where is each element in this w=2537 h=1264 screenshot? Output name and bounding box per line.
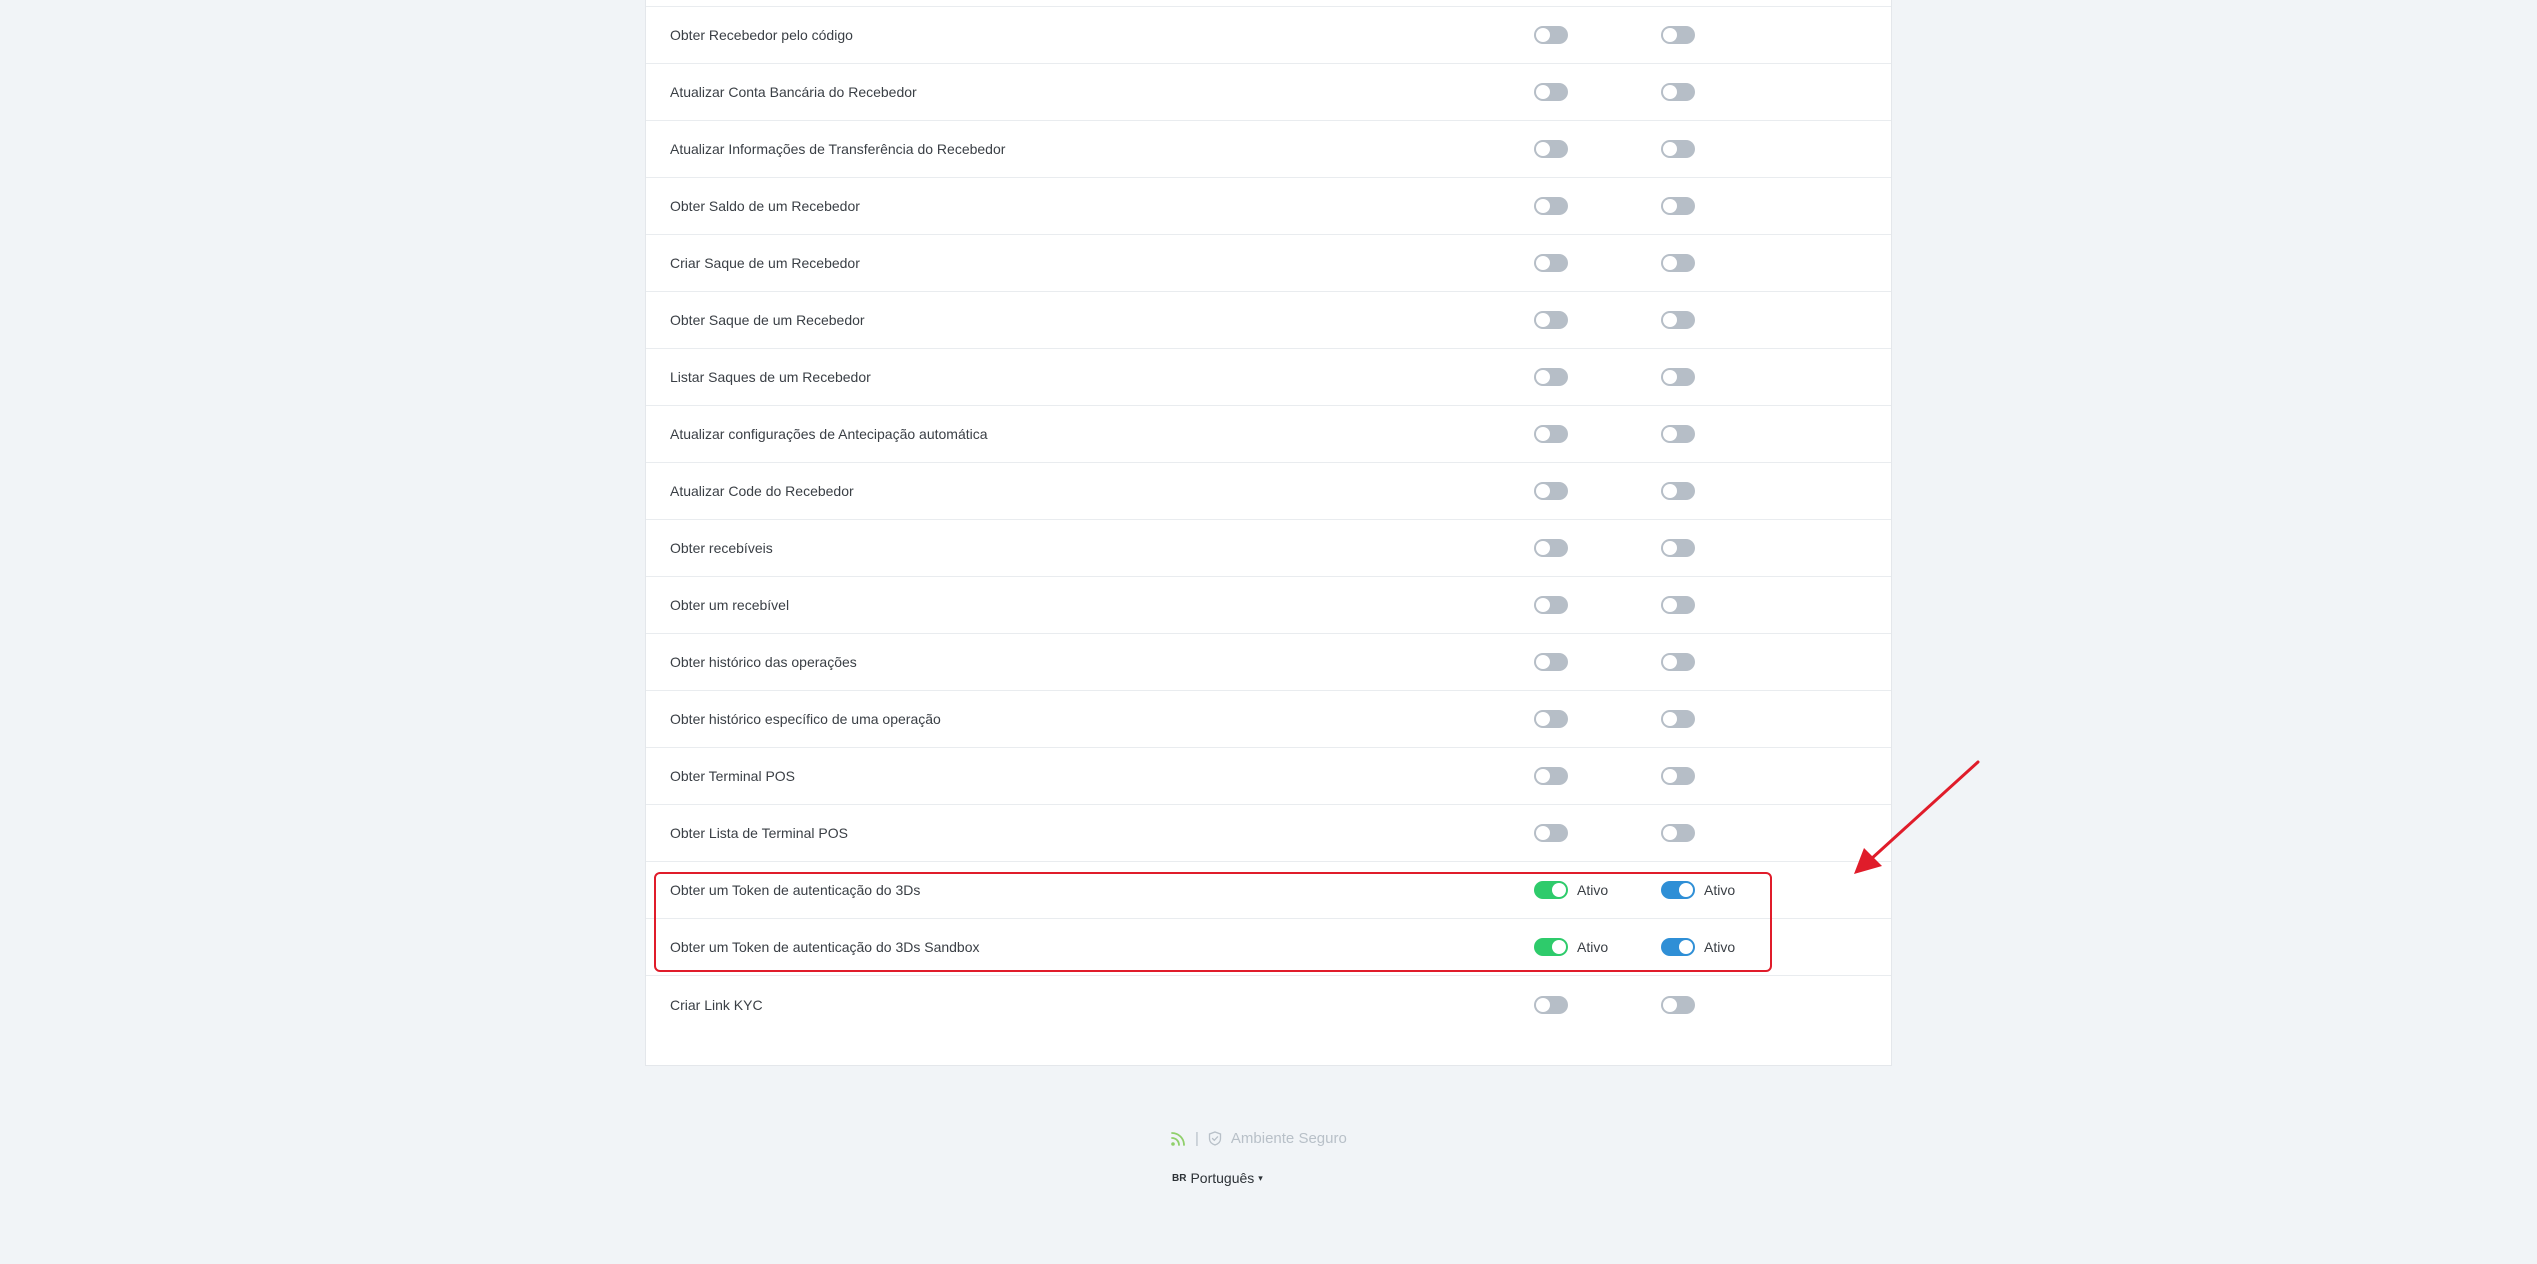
permission-label: Obter Terminal POS xyxy=(670,768,796,784)
permission-label: Obter um Token de autenticação do 3Ds xyxy=(670,882,921,898)
production-toggle[interactable] xyxy=(1534,482,1568,500)
brazil-flag-icon: BR xyxy=(1172,1172,1187,1184)
production-toggle[interactable] xyxy=(1534,254,1568,272)
production-toggle[interactable] xyxy=(1534,425,1568,443)
permission-label: Obter histórico específico de uma operaç… xyxy=(670,711,941,727)
production-toggle[interactable] xyxy=(1534,140,1568,158)
permission-row: Atualizar Code do Recebedor xyxy=(646,463,1891,520)
permission-row: Obter histórico específico de uma operaç… xyxy=(646,691,1891,748)
sandbox-toggle[interactable] xyxy=(1661,767,1695,785)
sandbox-toggle[interactable] xyxy=(1661,710,1695,728)
secure-environment-label: Ambiente Seguro xyxy=(1230,1130,1347,1147)
sandbox-toggle[interactable] xyxy=(1661,995,1695,1014)
permission-row: Criar Saque de um Recebedor xyxy=(646,235,1891,292)
permission-label: Obter recebíveis xyxy=(670,540,773,556)
footer-security-line: | Ambiente Seguro xyxy=(1170,1130,1347,1147)
permission-label: Atualizar Informações de Transferência d… xyxy=(670,141,1006,157)
permissions-card: Obter Recebedor pelo código Atualizar Con… xyxy=(645,0,1892,1066)
production-toggle[interactable] xyxy=(1534,995,1568,1014)
caret-down-icon: ▾ xyxy=(1258,1172,1263,1183)
sandbox-status-label: Ativo xyxy=(1704,882,1736,898)
shield-check-icon xyxy=(1208,1131,1222,1146)
production-toggle[interactable] xyxy=(1534,653,1568,671)
permission-label: Obter um recebível xyxy=(670,597,790,613)
production-toggle[interactable] xyxy=(1534,197,1568,215)
permission-row: Atualizar Conta Bancária do Recebedor xyxy=(646,64,1891,121)
production-toggle[interactable] xyxy=(1534,26,1568,44)
permission-row: Obter Recebedor pelo código xyxy=(646,7,1891,64)
permission-row: Obter um Token de autenticação do 3Ds Sa… xyxy=(646,919,1891,976)
sandbox-status-label: Ativo xyxy=(1704,939,1736,955)
permission-row: Obter Terminal POS xyxy=(646,748,1891,805)
permission-label: Obter histórico das operações xyxy=(670,654,857,670)
sandbox-toggle[interactable] xyxy=(1661,368,1695,386)
permission-label: Atualizar Conta Bancária do Recebedor xyxy=(670,84,917,100)
production-toggle[interactable] xyxy=(1534,824,1568,842)
sandbox-toggle[interactable] xyxy=(1661,539,1695,557)
sandbox-toggle[interactable] xyxy=(1661,425,1695,443)
permission-row: Atualizar configurações de Antecipação a… xyxy=(646,406,1891,463)
production-toggle[interactable] xyxy=(1534,368,1568,386)
production-toggle[interactable] xyxy=(1534,596,1568,614)
production-toggle[interactable] xyxy=(1534,311,1568,329)
permission-row: Obter Lista de Terminal POS xyxy=(646,805,1891,862)
permission-label: Obter Lista de Terminal POS xyxy=(670,825,848,841)
permission-row: Criar Link KYC xyxy=(646,976,1891,1033)
production-toggle[interactable] xyxy=(1534,710,1568,728)
sandbox-toggle[interactable] xyxy=(1661,26,1695,44)
permission-row: Obter um Token de autenticação do 3Ds Ati… xyxy=(646,862,1891,919)
permission-row: Obter um recebível xyxy=(646,577,1891,634)
sandbox-toggle[interactable] xyxy=(1661,596,1695,614)
permission-label: Obter Saque de um Recebedor xyxy=(670,312,865,328)
language-selector[interactable]: BR Português ▾ xyxy=(1172,1170,1263,1186)
permission-label: Criar Saque de um Recebedor xyxy=(670,255,860,271)
permission-row: Obter recebíveis xyxy=(646,520,1891,577)
permission-row: Atualizar Informações de Transferência d… xyxy=(646,121,1891,178)
language-label: Português xyxy=(1190,1170,1255,1186)
sandbox-toggle[interactable] xyxy=(1661,140,1695,158)
permission-row: Obter histórico das operações xyxy=(646,634,1891,691)
permission-row: Obter Saque de um Recebedor xyxy=(646,292,1891,349)
sandbox-toggle[interactable] xyxy=(1661,881,1695,899)
feed-icon xyxy=(1170,1131,1186,1147)
sandbox-toggle[interactable] xyxy=(1661,197,1695,215)
production-toggle[interactable] xyxy=(1534,83,1568,101)
permission-row: Listar Saques de um Recebedor xyxy=(646,349,1891,406)
permission-label: Atualizar Code do Recebedor xyxy=(670,483,854,499)
sandbox-toggle[interactable] xyxy=(1661,311,1695,329)
production-status-label: Ativo xyxy=(1577,882,1609,898)
production-toggle[interactable] xyxy=(1534,767,1568,785)
permission-label: Obter um Token de autenticação do 3Ds Sa… xyxy=(670,939,980,955)
production-status-label: Ativo xyxy=(1577,939,1609,955)
sandbox-toggle[interactable] xyxy=(1661,653,1695,671)
sandbox-toggle[interactable] xyxy=(1661,482,1695,500)
production-toggle[interactable] xyxy=(1534,938,1568,956)
permission-label: Listar Saques de um Recebedor xyxy=(670,369,871,385)
permission-label: Criar Link KYC xyxy=(670,996,763,1013)
sandbox-toggle[interactable] xyxy=(1661,824,1695,842)
footer-separator: | xyxy=(1195,1130,1199,1147)
production-toggle[interactable] xyxy=(1534,539,1568,557)
permission-label: Atualizar configurações de Antecipação a… xyxy=(670,426,988,442)
sandbox-toggle[interactable] xyxy=(1661,254,1695,272)
permission-label: Obter Saldo de um Recebedor xyxy=(670,198,860,214)
permission-row: Obter Saldo de um Recebedor xyxy=(646,178,1891,235)
production-toggle[interactable] xyxy=(1534,881,1568,899)
sandbox-toggle[interactable] xyxy=(1661,83,1695,101)
sandbox-toggle[interactable] xyxy=(1661,938,1695,956)
permission-label: Obter Recebedor pelo código xyxy=(670,27,853,43)
